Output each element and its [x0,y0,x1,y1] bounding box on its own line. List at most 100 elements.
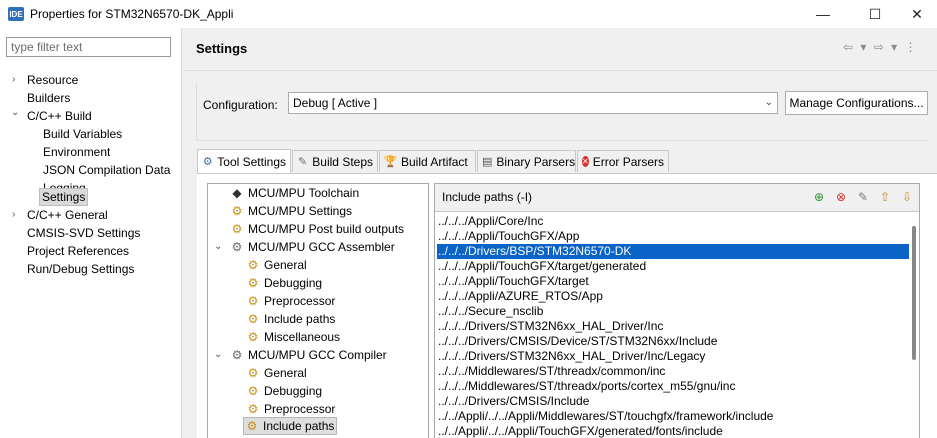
tab-label: Build Artifact [401,154,468,169]
include-paths-panel: Include paths (-I) ⊕ ⊗ ✎ ⇧ ⇩ ../../../Ap… [434,183,920,438]
tree-item-resource[interactable]: Resource [27,71,78,89]
folder-settings-icon: ⚙ [247,402,259,416]
manage-configurations-button[interactable]: Manage Configurations... [785,91,928,115]
tool-settings-tree: ◆ MCU/MPU Toolchain ⚙ MCU/MPU Settings ⚙… [207,183,429,438]
folder-settings-icon: ⚙ [231,222,243,236]
tool-item-assembler-preprocessor[interactable]: ⚙ Preprocessor [245,292,336,310]
tool-item-compiler-debugging[interactable]: ⚙ Debugging [245,382,322,400]
tool-item-compiler-include-paths[interactable]: ⚙ Include paths [243,417,338,435]
tool-item-mcu-mpu-settings[interactable]: ⚙ MCU/MPU Settings [229,202,352,220]
move-up-icon[interactable]: ⇧ [877,189,893,205]
maximize-button[interactable]: ☐ [852,0,898,28]
include-paths-list[interactable]: ../../../Appli/Core/Inc ../../../Appli/T… [437,214,909,438]
tab-build-artifact[interactable]: 🏆 Build Artifact [379,150,476,172]
list-item[interactable]: ../../../Middlewares/ST/threadx/common/i… [437,364,909,379]
pencil-icon: ✎ [298,156,308,168]
list-item[interactable]: ../../../Appli/TouchGFX/target/generated [437,259,909,274]
header-divider [183,70,937,71]
chevron-right-icon[interactable]: › [12,71,15,89]
tool-item-gcc-assembler[interactable]: ⚙ MCU/MPU GCC Assembler [229,238,395,256]
title-bar: IDE Properties for STM32N6570-DK_Appli —… [0,0,937,28]
add-icon[interactable]: ⊕ [811,189,827,205]
folder-settings-icon: ⚙ [246,419,258,433]
settings-pane: Settings ⇦ ▾ ⇨ ▾ ⋮ Configuration: Debug … [183,28,937,438]
configuration-label: Configuration: [203,98,278,112]
tab-error-parsers[interactable]: ✕ Error Parsers [577,150,669,172]
property-page-tree-pane: › Resource Builders ⌄ C/C++ Build Build … [0,28,182,438]
tree-item-json-compilation-database[interactable]: JSON Compilation Datab [43,161,171,179]
list-item[interactable]: ../../../Appli/Core/Inc [437,214,909,229]
close-button[interactable]: ✕ [897,0,937,28]
list-item[interactable]: ../../../Appli/TouchGFX/App [437,229,909,244]
tree-item-cpp-general[interactable]: C/C++ General [27,206,108,224]
scrollbar-thumb[interactable] [912,226,916,360]
tree-item-project-references[interactable]: Project References [27,242,129,260]
error-icon: ✕ [582,156,589,167]
edit-icon[interactable]: ✎ [855,189,871,205]
gear-icon: ⚙ [231,348,243,362]
vertical-scrollbar[interactable] [909,214,919,438]
folder-settings-icon: ⚙ [247,294,259,308]
tree-item-settings[interactable]: Settings [39,188,89,206]
folder-settings-icon: ⚙ [247,330,259,344]
list-item[interactable]: ../../../Drivers/CMSIS/Device/ST/STM32N6… [437,334,909,349]
list-item[interactable]: ../../Appli/../../Appli/Middlewares/ST/t… [437,409,909,424]
list-item[interactable]: ../../Appli/../../Appli/TouchGFX/generat… [437,424,909,438]
tab-label: Build Steps [312,154,373,169]
tool-item-gcc-compiler[interactable]: ⚙ MCU/MPU GCC Compiler [229,346,387,364]
folder-settings-icon: ⚙ [247,258,259,272]
tab-tool-settings[interactable]: ⚙ Tool Settings [197,149,291,173]
tree-item-build-variables[interactable]: Build Variables [43,125,122,143]
tree-item-cpp-build[interactable]: C/C++ Build [27,107,92,125]
page-title: Settings [196,41,248,56]
ide-app-icon: IDE [8,7,24,21]
configuration-select[interactable]: Debug [ Active ] ⌄ [288,92,778,114]
tool-item-assembler-include-paths[interactable]: ⚙ Include paths [245,310,336,328]
tab-binary-parsers[interactable]: ▤ Binary Parsers [477,150,576,172]
chevron-down-icon: ⌄ [764,97,773,108]
folder-settings-icon: ⚙ [247,366,259,380]
list-item[interactable]: ../../../Appli/TouchGFX/target [437,274,909,289]
chevron-down-icon[interactable]: ⌄ [214,346,222,364]
binary-icon: ▤ [482,156,493,168]
folder-settings-icon: ⚙ [247,312,259,326]
tree-item-cmsis-svd-settings[interactable]: CMSIS-SVD Settings [27,224,140,242]
history-navigation-arrows[interactable]: ⇦ ▾ ⇨ ▾ ⋮ [843,40,919,54]
list-item[interactable]: ../../../Drivers/CMSIS/Include [437,394,909,409]
tab-build-steps[interactable]: ✎ Build Steps [292,150,378,172]
tab-label: Tool Settings [217,154,286,169]
tool-item-mcu-mpu-toolchain[interactable]: ◆ MCU/MPU Toolchain [229,184,359,202]
tree-item-builders[interactable]: Builders [27,89,70,107]
tool-item-compiler-general[interactable]: ⚙ General [245,364,307,382]
gear-icon: ⚙ [202,156,213,168]
tab-label: Error Parsers [592,154,665,169]
toolchain-icon: ◆ [232,186,242,200]
move-down-icon[interactable]: ⇩ [899,189,915,205]
list-item[interactable]: ../../../Drivers/STM32N6xx_HAL_Driver/In… [437,319,909,334]
chevron-down-icon[interactable]: ⌄ [214,238,222,256]
delete-icon[interactable]: ⊗ [833,189,849,205]
folder-settings-icon: ⚙ [247,276,259,290]
list-item-selected[interactable]: ../../../Drivers/BSP/STM32N6570-DK [437,244,909,259]
list-item[interactable]: ../../../Secure_nsclib [437,304,909,319]
list-item[interactable]: ../../../Drivers/STM32N6xx_HAL_Driver/In… [437,349,909,364]
tool-item-post-build-outputs[interactable]: ⚙ MCU/MPU Post build outputs [229,220,404,238]
chevron-down-icon[interactable]: ⌄ [11,104,19,122]
tab-label: Binary Parsers [496,154,576,169]
configuration-value: Debug [ Active ] [293,96,378,110]
folder-settings-icon: ⚙ [247,384,259,398]
tool-item-assembler-miscellaneous[interactable]: ⚙ Miscellaneous [245,328,340,346]
filter-input[interactable] [6,37,171,57]
chevron-right-icon[interactable]: › [12,206,15,224]
list-item[interactable]: ../../../Middlewares/ST/threadx/ports/co… [437,379,909,394]
tool-item-assembler-debugging[interactable]: ⚙ Debugging [245,274,322,292]
list-item[interactable]: ../../../Appli/AZURE_RTOS/App [437,289,909,304]
tool-item-assembler-general[interactable]: ⚙ General [245,256,307,274]
tool-item-compiler-preprocessor[interactable]: ⚙ Preprocessor [245,400,336,418]
folder-settings-icon: ⚙ [231,204,243,218]
minimize-button[interactable]: — [800,0,846,28]
gear-icon: ⚙ [231,240,243,254]
window-title: Properties for STM32N6570-DK_Appli [30,7,234,21]
tree-item-environment[interactable]: Environment [43,143,110,161]
tree-item-run-debug-settings[interactable]: Run/Debug Settings [27,260,134,278]
